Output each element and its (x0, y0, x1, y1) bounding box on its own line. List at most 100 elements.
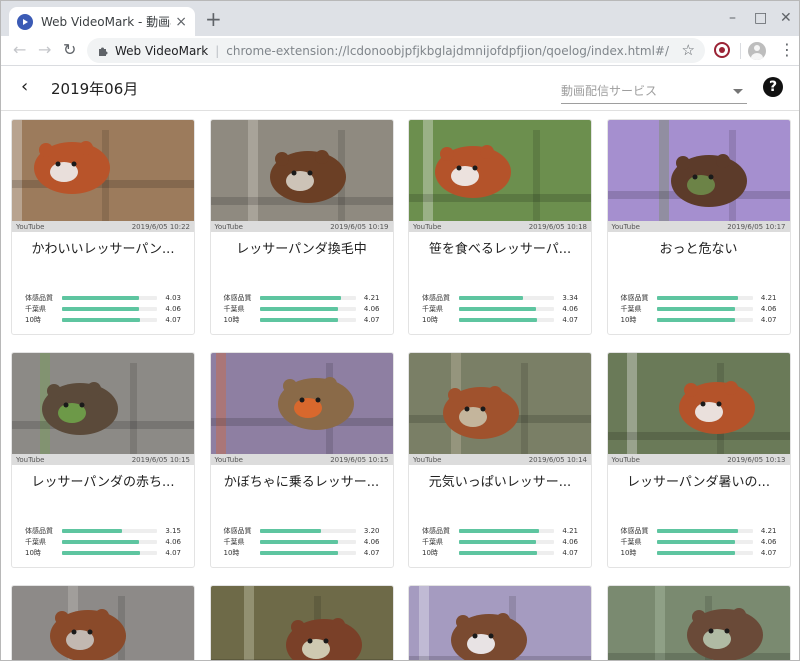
quality-label: 10時 (620, 315, 637, 324)
toolbar-divider (740, 43, 741, 59)
quality-value: 3.34 (562, 293, 578, 302)
back-arrow-icon[interactable]: ‹ (21, 78, 28, 96)
quality-bar-fill (657, 306, 735, 311)
service-select[interactable]: 動画配信サービス (561, 80, 747, 104)
video-card[interactable]: YouTube 2019/6/05 10:17 おっと危ない 体感品質 4.21 千葉県 4… (606, 119, 791, 335)
quality-bar (657, 306, 753, 311)
video-card[interactable] (209, 585, 394, 660)
quality-bar-fill (260, 306, 338, 311)
minimize-button[interactable]: – (729, 10, 736, 26)
video-card[interactable]: YouTube 2019/6/05 10:19 レッサーパンダ換毛中 体感品質 4.21… (209, 119, 394, 335)
quality-bar (657, 539, 753, 544)
quality-row: 体感品質 4.21 (224, 292, 380, 303)
video-card[interactable]: YouTube 2019/6/05 10:22 かわいいレッサーパン... 体感品質 4… (11, 119, 195, 335)
quality-label: 体感品質 (25, 293, 53, 302)
forward-nav-button[interactable]: → (38, 40, 51, 60)
video-card[interactable] (606, 585, 791, 660)
video-date: 2019/6/05 10:14 (528, 455, 587, 464)
quality-value: 4.07 (760, 315, 777, 324)
help-icon[interactable]: ? (763, 77, 783, 97)
browser-tab[interactable]: Web VideoMark - 動画再生 × (9, 7, 195, 36)
video-thumbnail[interactable] (607, 120, 790, 221)
video-thumbnail[interactable] (607, 353, 790, 454)
quality-label: 10時 (422, 315, 438, 324)
quality-bar (61, 306, 158, 311)
video-card[interactable] (11, 585, 195, 660)
quality-value: 4.21 (562, 526, 578, 535)
back-nav-button[interactable]: ← (13, 40, 26, 60)
quality-label: 体感品質 (223, 526, 252, 535)
page-title: 2019年06月 (51, 80, 139, 98)
close-window-button[interactable]: ✕ (780, 10, 792, 26)
quality-label: 千葉県 (223, 537, 245, 546)
quality-row: 千葉県 4.06 (621, 536, 777, 547)
video-meta: YouTube 2019/6/05 10:17 (607, 221, 790, 232)
app-header: ‹ 2019年06月 動画配信サービス ? (1, 66, 799, 111)
video-date: 2019/6/05 10:15 (131, 455, 190, 464)
video-card[interactable] (408, 585, 592, 660)
quality-label: 10時 (223, 315, 240, 324)
video-thumbnail[interactable] (12, 353, 194, 454)
tab-title: Web VideoMark - 動画再生 (41, 15, 171, 29)
quality-bar-fill (657, 295, 738, 300)
video-thumbnail[interactable] (409, 586, 591, 660)
quality-label: 千葉県 (620, 304, 642, 313)
maximize-button[interactable]: □ (754, 10, 767, 26)
quality-value: 4.07 (165, 548, 181, 557)
quality-bar (657, 528, 753, 533)
quality-bar-fill (458, 550, 537, 555)
reload-button[interactable]: ↻ (63, 40, 76, 60)
quality-bar-fill (61, 550, 140, 555)
quality-stats: 体感品質 4.03 千葉県 4.06 10時 4.07 (12, 292, 194, 325)
video-thumbnail[interactable] (210, 353, 393, 454)
video-card[interactable]: YouTube 2019/6/05 10:14 元気いっぱいレッサー... 体感品質 4… (408, 352, 592, 568)
quality-label: 10時 (223, 548, 240, 557)
tab-close-icon[interactable]: × (175, 14, 187, 30)
quality-value: 4.06 (363, 304, 380, 313)
quality-value: 4.06 (760, 537, 777, 546)
quality-bar (458, 306, 555, 311)
quality-bar (260, 550, 356, 555)
quality-row: 10時 4.07 (422, 314, 578, 325)
video-thumbnail[interactable] (409, 120, 591, 221)
video-date: 2019/6/05 10:22 (131, 222, 190, 231)
videomark-extension-icon[interactable] (714, 42, 730, 58)
browser-menu-icon[interactable]: ⋮ (779, 41, 795, 59)
address-bar[interactable]: Web VideoMark | chrome-extension://lcdon… (87, 38, 705, 63)
video-thumbnail[interactable] (210, 120, 393, 221)
address-url: chrome-extension://lcdonoobjpfjkbglajdmn… (226, 43, 670, 58)
quality-label: 千葉県 (620, 537, 642, 546)
quality-row: 10時 4.07 (224, 314, 380, 325)
quality-value: 4.06 (760, 304, 777, 313)
quality-bar (260, 306, 356, 311)
video-card[interactable]: YouTube 2019/6/05 10:15 かぼちゃに乗るレッサー... 体感品質… (209, 352, 394, 568)
quality-bar (458, 528, 555, 533)
quality-value: 3.20 (363, 526, 380, 535)
video-thumbnail[interactable] (12, 586, 194, 660)
quality-bar (260, 539, 356, 544)
video-thumbnail[interactable] (409, 353, 591, 454)
quality-label: 10時 (620, 548, 637, 557)
new-tab-button[interactable]: + (205, 9, 222, 29)
address-site-name: Web VideoMark (115, 43, 209, 58)
video-card[interactable]: YouTube 2019/6/05 10:13 レッサーパンダ暑いの... 体感品質 4… (606, 352, 791, 568)
video-card[interactable]: YouTube 2019/6/05 10:18 笹を食べるレッサーパ... 体感品質 3… (408, 119, 592, 335)
video-service: YouTube (214, 455, 243, 464)
profile-avatar-icon[interactable] (748, 42, 766, 60)
quality-label: 千葉県 (25, 537, 46, 546)
quality-row: 体感品質 4.21 (621, 292, 777, 303)
video-meta: YouTube 2019/6/05 10:13 (607, 454, 790, 465)
video-thumbnail[interactable] (210, 586, 393, 660)
quality-row: 体感品質 4.03 (25, 292, 181, 303)
quality-bar-fill (458, 539, 537, 544)
quality-value: 4.06 (562, 537, 578, 546)
video-service: YouTube (16, 455, 45, 464)
quality-label: 体感品質 (25, 526, 53, 535)
quality-bar-fill (458, 317, 537, 322)
bookmark-star-icon[interactable]: ☆ (682, 41, 695, 59)
video-card[interactable]: YouTube 2019/6/05 10:15 レッサーパンダの赤ち... 体感品質 3… (11, 352, 195, 568)
video-thumbnail[interactable] (12, 120, 194, 221)
quality-value: 4.03 (165, 293, 181, 302)
video-thumbnail[interactable] (607, 586, 790, 660)
quality-row: 体感品質 4.21 (422, 525, 578, 536)
